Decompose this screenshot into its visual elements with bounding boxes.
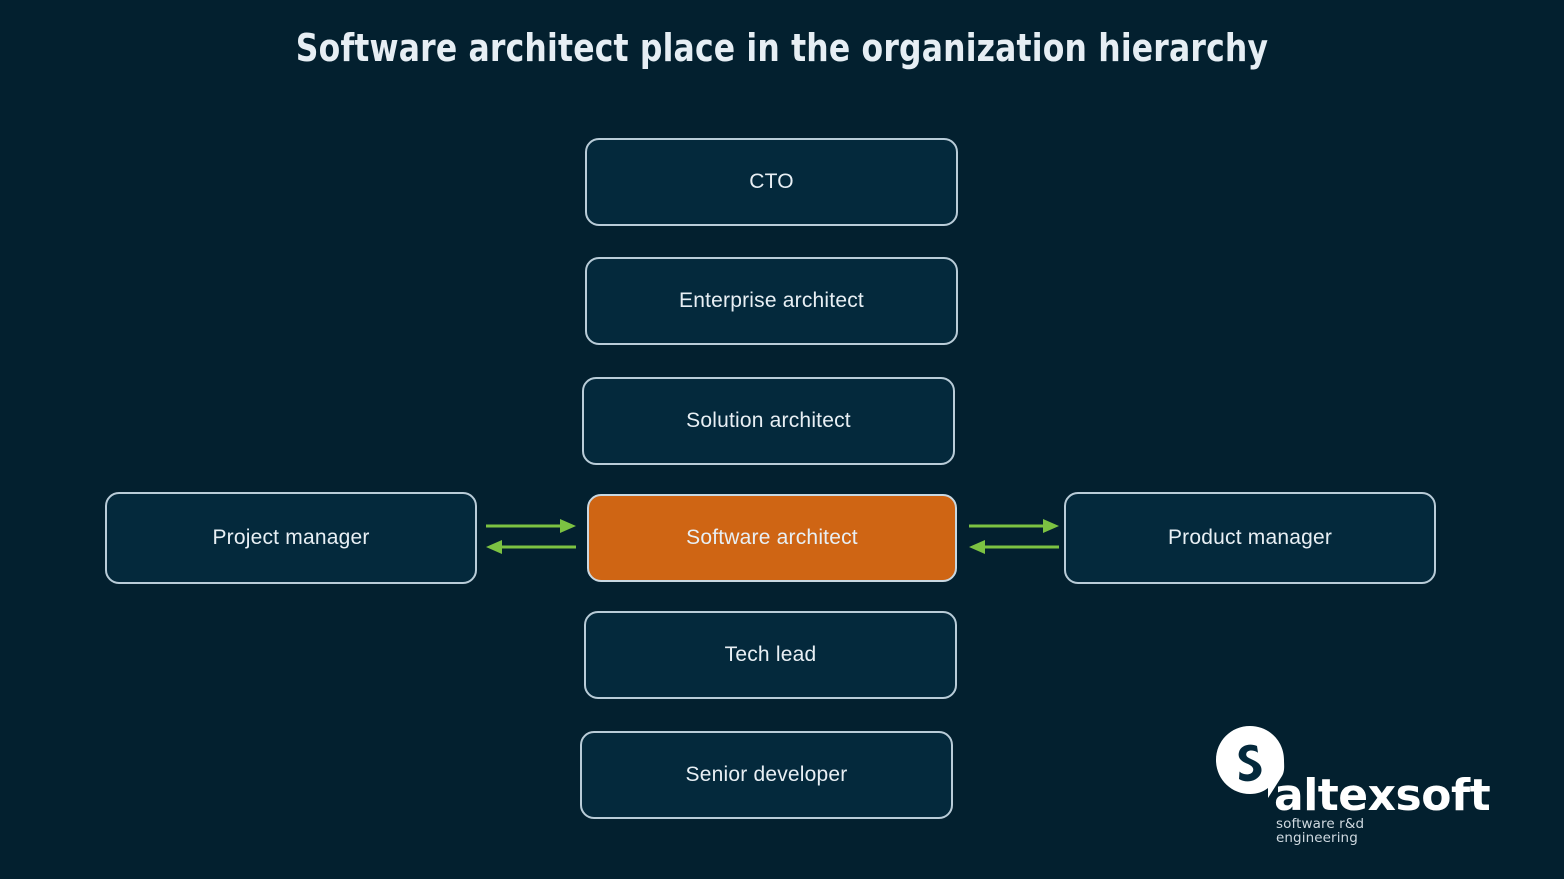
- connector-software-architect-product-manager: [967, 515, 1061, 561]
- arrow-left-icon: [486, 540, 576, 554]
- arrow-right-icon: [969, 519, 1059, 533]
- node-product-manager-label: Product manager: [1167, 526, 1333, 549]
- node-cto[interactable]: CTO: [585, 138, 958, 226]
- node-senior-developer[interactable]: Senior developer: [580, 731, 953, 819]
- node-solution-architect[interactable]: Solution architect: [582, 377, 955, 465]
- node-project-manager[interactable]: Project manager: [105, 492, 477, 584]
- page-title: Software architect place in the organiza…: [295, 26, 1269, 70]
- node-software-architect[interactable]: Software architect: [587, 494, 957, 582]
- node-project-manager-label: Project manager: [212, 526, 370, 549]
- node-enterprise-architect-label: Enterprise architect: [679, 289, 864, 312]
- node-software-architect-label: Software architect: [686, 526, 858, 549]
- altexsoft-wordmark: altexsoft: [1274, 770, 1491, 821]
- diagram-canvas: Software architect place in the organiza…: [0, 0, 1564, 879]
- altexsoft-logo: altexsoft software r&d engineering: [1206, 724, 1491, 844]
- node-tech-lead-label: Tech lead: [724, 643, 817, 666]
- node-solution-architect-label: Solution architect: [686, 409, 851, 432]
- node-tech-lead[interactable]: Tech lead: [584, 611, 957, 699]
- arrow-right-icon: [486, 519, 576, 533]
- arrow-left-icon: [969, 540, 1059, 554]
- altexsoft-tagline: software r&d engineering: [1276, 816, 1365, 846]
- node-enterprise-architect[interactable]: Enterprise architect: [585, 257, 958, 345]
- node-cto-label: CTO: [749, 170, 794, 193]
- node-product-manager[interactable]: Product manager: [1064, 492, 1436, 584]
- connector-project-manager-software-architect: [484, 515, 578, 561]
- node-senior-developer-label: Senior developer: [685, 763, 848, 786]
